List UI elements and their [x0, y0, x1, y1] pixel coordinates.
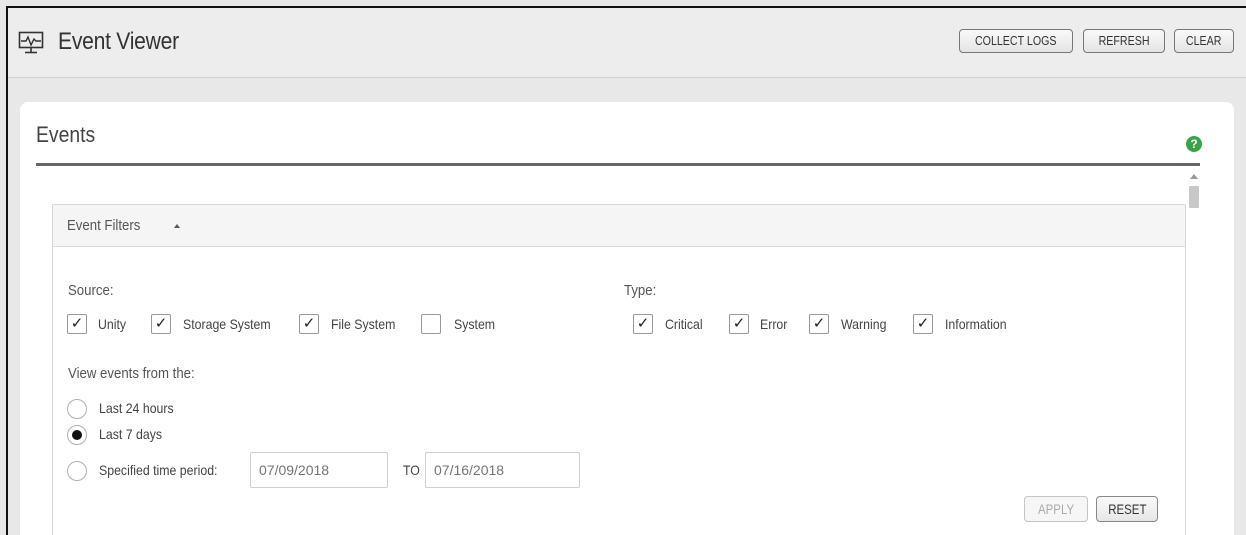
vertical-scrollbar[interactable] — [1187, 172, 1201, 535]
refresh-button[interactable]: REFRESH — [1083, 29, 1165, 53]
clear-button[interactable]: CLEAR — [1174, 29, 1234, 53]
to-date-input[interactable] — [425, 452, 580, 488]
apply-label: APPLY — [1037, 501, 1075, 517]
checkbox-information[interactable]: ✓ — [913, 314, 933, 334]
event-filters-header[interactable]: Event Filters — [53, 205, 1185, 247]
events-title: Events — [36, 122, 96, 147]
checkbox-storage-system-label: Storage System — [183, 316, 271, 332]
radio-last-7-days[interactable] — [67, 425, 87, 445]
refresh-label: REFRESH — [1098, 33, 1150, 48]
checkbox-file-system[interactable]: ✓ — [299, 314, 319, 334]
radio-last-7-days-label: Last 7 days — [99, 426, 163, 442]
page-title: Event Viewer — [58, 28, 179, 55]
help-icon[interactable]: ? — [1186, 136, 1202, 152]
clear-label: CLEAR — [1186, 33, 1222, 48]
scroll-thumb[interactable] — [1189, 186, 1199, 208]
events-card: Events ? Event Filters Source: ✓ Unity ✓… — [20, 102, 1234, 535]
reset-label: RESET — [1107, 501, 1147, 517]
checkbox-system-label: System — [454, 316, 496, 332]
caret-up-icon — [174, 224, 180, 228]
checkbox-error[interactable]: ✓ — [729, 314, 749, 334]
checkbox-file-system-label: File System — [331, 316, 396, 332]
checkbox-system[interactable] — [421, 314, 441, 334]
checkbox-error-label: Error — [760, 316, 788, 332]
checkbox-critical-label: Critical — [665, 316, 703, 332]
title-divider — [36, 163, 1200, 166]
radio-last-24-hours-label: Last 24 hours — [99, 400, 174, 416]
checkbox-warning-label: Warning — [841, 316, 887, 332]
checkbox-warning[interactable]: ✓ — [809, 314, 829, 334]
to-label: TO — [403, 462, 420, 478]
type-label: Type: — [624, 282, 657, 299]
event-filters-label: Event Filters — [67, 217, 141, 234]
collect-logs-label: COLLECT LOGS — [975, 33, 1057, 48]
event-filters-panel: Event Filters Source: ✓ Unity ✓ Storage … — [52, 204, 1186, 535]
radio-specified-time-period-label: Specified time period: — [99, 462, 218, 478]
checkbox-critical[interactable]: ✓ — [633, 314, 653, 334]
reset-button[interactable]: RESET — [1096, 496, 1158, 522]
top-bar: Event Viewer COLLECT LOGS REFRESH CLEAR — [8, 8, 1246, 78]
checkbox-storage-system[interactable]: ✓ — [151, 314, 171, 334]
checkbox-information-label: Information — [945, 316, 1007, 332]
apply-button[interactable]: APPLY — [1024, 496, 1088, 522]
checkbox-unity[interactable]: ✓ — [67, 314, 87, 334]
scroll-up-arrow-icon[interactable] — [1190, 174, 1198, 179]
view-events-from-label: View events from the: — [68, 365, 195, 382]
radio-last-24-hours[interactable] — [67, 399, 87, 419]
from-date-input[interactable] — [250, 452, 388, 488]
source-label: Source: — [68, 282, 114, 299]
collect-logs-button[interactable]: COLLECT LOGS — [959, 29, 1073, 53]
event-viewer-window: Event Viewer COLLECT LOGS REFRESH CLEAR … — [6, 6, 1246, 535]
monitor-pulse-icon — [18, 31, 44, 54]
radio-specified-time-period[interactable] — [67, 461, 87, 481]
checkbox-unity-label: Unity — [98, 316, 127, 332]
